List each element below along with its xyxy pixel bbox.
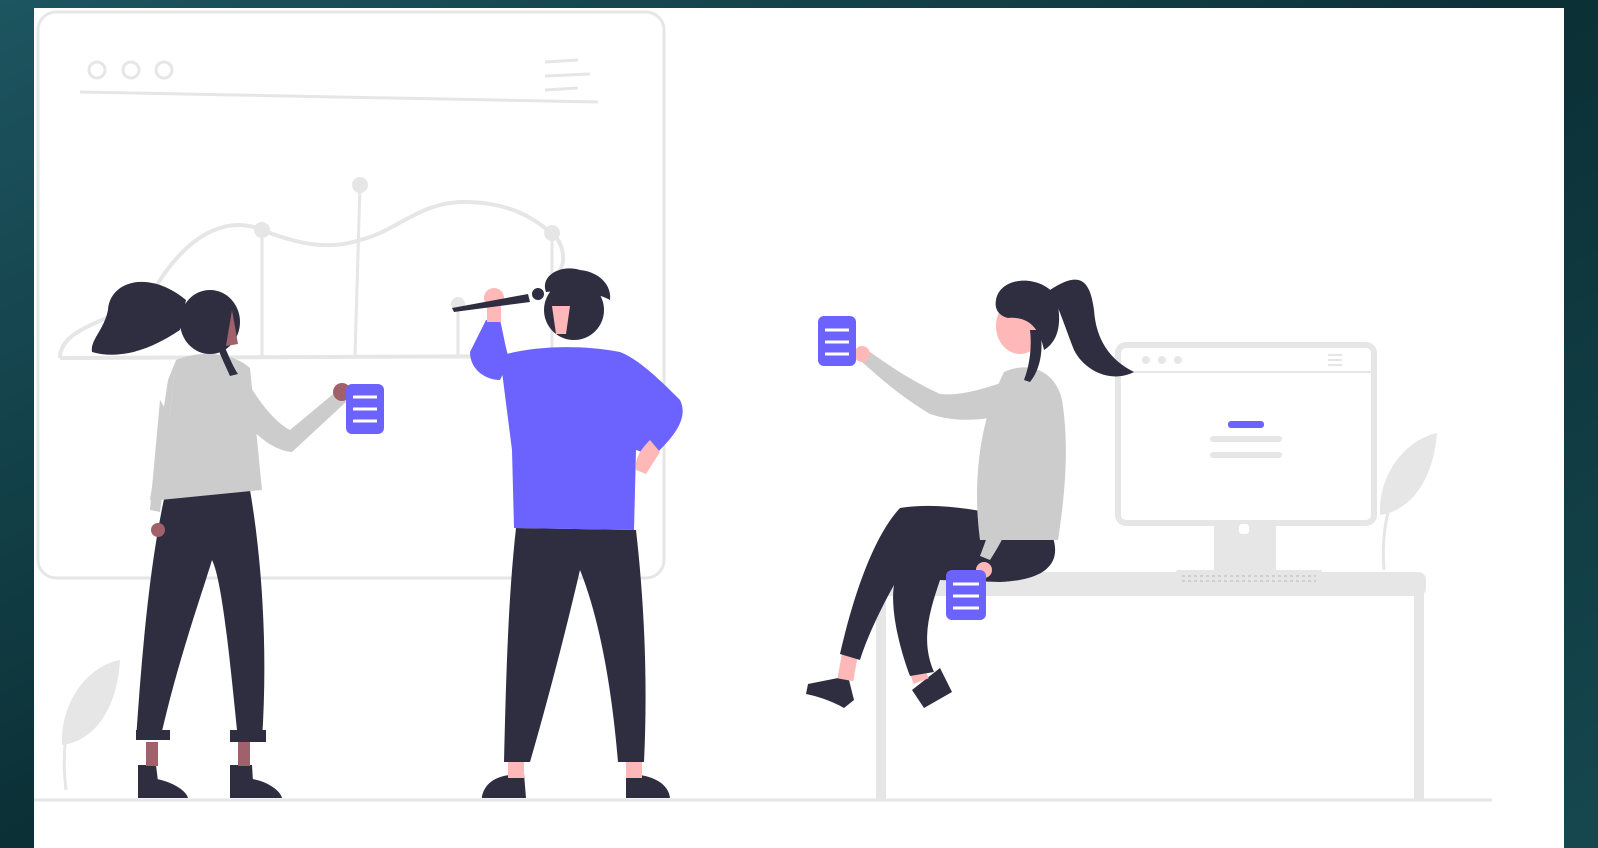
man-center-figure [452,268,683,798]
team-illustration [34,10,1492,802]
document-icon [946,570,986,620]
monitor-icon [1115,342,1377,586]
document-icon [346,384,384,434]
illustration-card [34,8,1564,848]
plant-icon [61,660,120,791]
plant-icon [1379,433,1437,571]
document-icon [818,316,856,366]
